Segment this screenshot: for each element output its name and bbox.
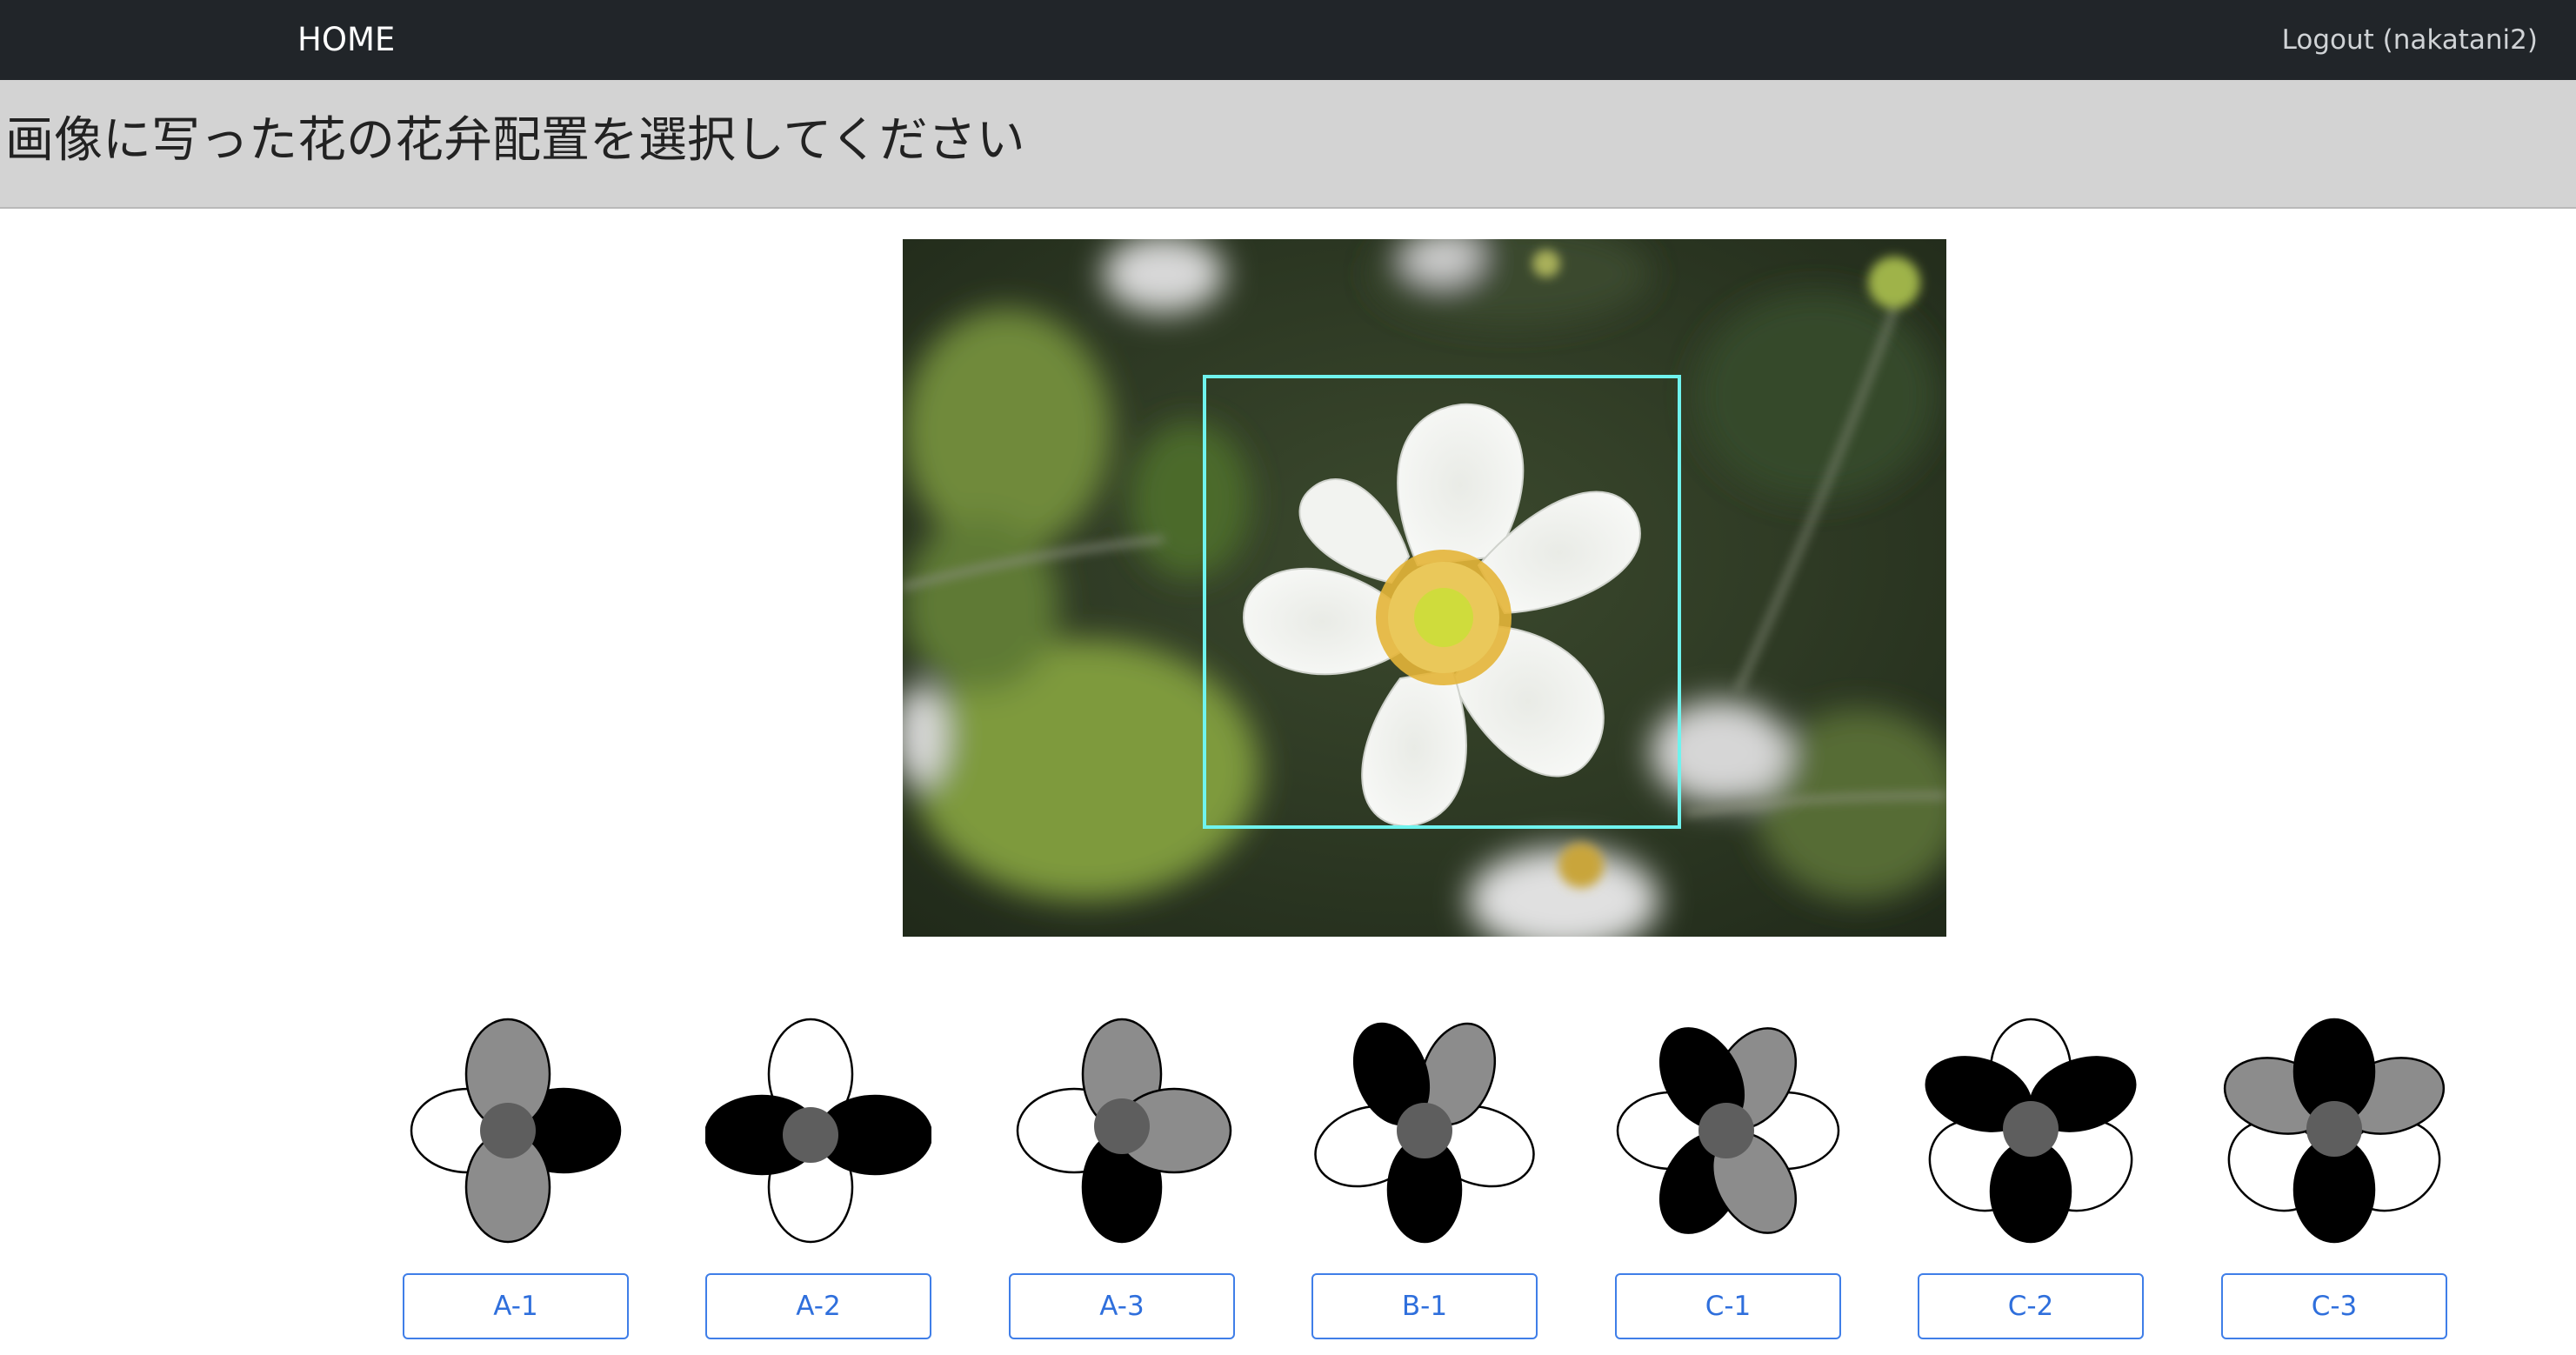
petal-diagram-icon — [2223, 1018, 2446, 1244]
option-button-c-1[interactable]: C-1 — [1615, 1273, 1841, 1339]
option-c-2: C-2 — [1918, 1018, 2144, 1339]
option-b-1: B-1 — [1311, 1018, 1538, 1339]
option-a-2: A-2 — [705, 1018, 931, 1339]
page-title: 画像に写った花の花弁配置を選択してください — [5, 112, 1025, 169]
flower-photo — [903, 239, 1946, 937]
home-link[interactable]: HOME — [297, 10, 395, 70]
option-a-1: A-1 — [403, 1018, 629, 1339]
option-button-c-3[interactable]: C-3 — [2221, 1273, 2447, 1339]
petal-options: A-1 A-2 A-3 B-1 C-1 C-2 C-3 — [0, 1018, 2576, 1348]
logout-link[interactable]: Logout (nakatani2) — [2282, 10, 2538, 70]
selection-box — [1203, 375, 1681, 829]
option-button-a-1[interactable]: A-1 — [403, 1273, 629, 1339]
option-a-3: A-3 — [1009, 1018, 1235, 1339]
option-button-a-3[interactable]: A-3 — [1009, 1273, 1235, 1339]
option-c-1: C-1 — [1615, 1018, 1841, 1339]
option-button-b-1[interactable]: B-1 — [1311, 1273, 1538, 1339]
petal-diagram-icon — [1616, 1027, 1840, 1234]
navbar: HOME Logout (nakatani2) — [0, 0, 2576, 80]
option-button-a-2[interactable]: A-2 — [705, 1273, 931, 1339]
option-c-3: C-3 — [2221, 1018, 2447, 1339]
petal-diagram-icon — [410, 1018, 622, 1244]
petal-diagram-icon — [1016, 1018, 1232, 1244]
petal-diagram-icon — [705, 1018, 931, 1244]
title-bar: 画像に写った花の花弁配置を選択してください — [0, 80, 2576, 209]
petal-diagram-icon — [1925, 1018, 2137, 1244]
petal-diagram-icon — [1314, 1022, 1535, 1244]
option-button-c-2[interactable]: C-2 — [1918, 1273, 2144, 1339]
